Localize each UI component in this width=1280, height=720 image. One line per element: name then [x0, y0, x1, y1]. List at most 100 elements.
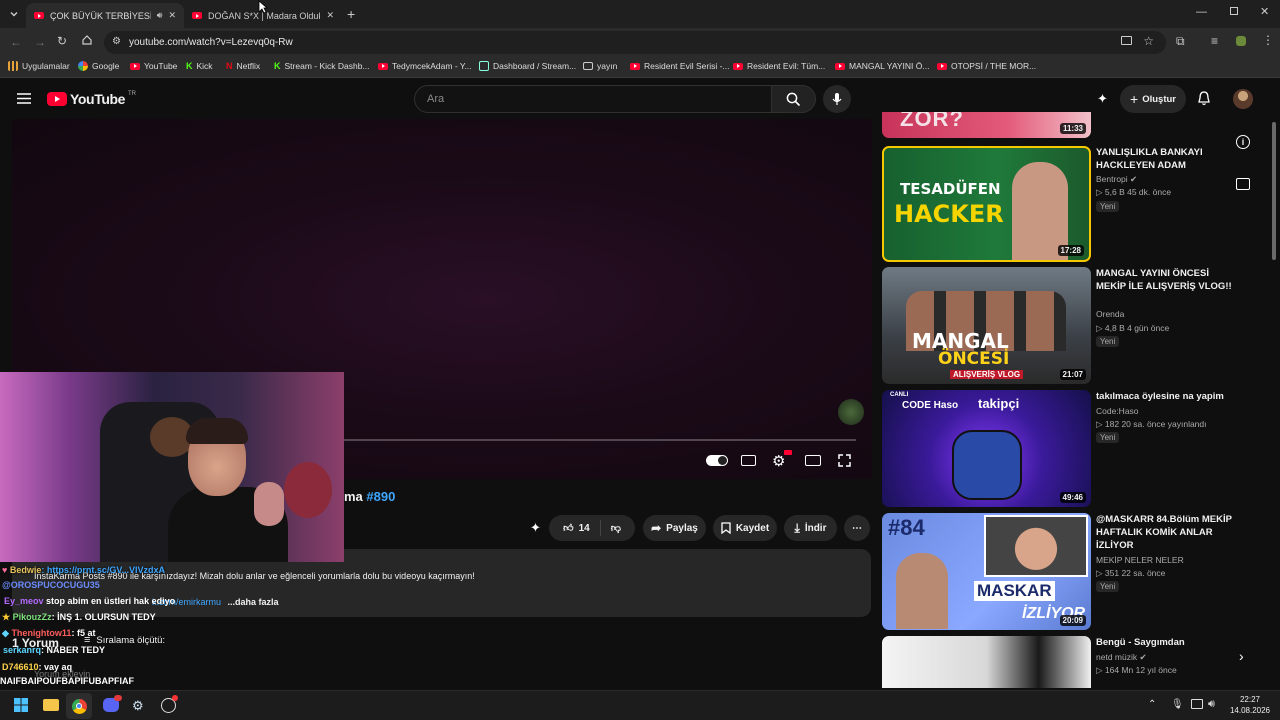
channel-name[interactable]: Code:Haso — [1096, 406, 1139, 416]
avatar[interactable] — [1233, 89, 1253, 109]
video-title[interactable]: Bengü - Saygımdan — [1096, 636, 1256, 649]
channel-name[interactable]: Bentropi ✔ — [1096, 174, 1137, 185]
more-actions-button[interactable]: ⋯ — [844, 515, 870, 541]
bookmark-mangal[interactable]: MANGAL YAYINI Ö... — [835, 61, 929, 71]
video-thumbnail[interactable] — [882, 636, 1091, 688]
search-input[interactable]: Ara — [414, 85, 772, 113]
youtube-favicon-icon — [733, 62, 743, 70]
restore-button[interactable] — [1230, 7, 1238, 15]
bookmark-folder-yayin[interactable]: yayın — [583, 61, 617, 71]
media-controls-icon[interactable]: ≡ — [1211, 34, 1218, 48]
bookmark-kick-dashboard[interactable]: K Stream - Kick Dashb... — [274, 61, 370, 71]
speaker-icon[interactable]: 🔊︎ — [157, 10, 163, 21]
thumbnail-text: takipçi — [978, 396, 1020, 411]
cast-icon[interactable] — [1121, 36, 1132, 45]
info-icon[interactable]: i — [1236, 135, 1250, 149]
forward-icon[interactable]: → — [34, 35, 46, 49]
bookmark-netflix[interactable]: N Netflix — [226, 61, 260, 71]
chat-bubble-icon[interactable] — [1236, 178, 1250, 190]
tray-chevron-icon[interactable]: ⌃ — [1148, 699, 1156, 710]
minimize-button[interactable]: — — [1196, 6, 1207, 18]
channel-name[interactable]: Orenda — [1096, 309, 1124, 319]
bookmark-resident-evil-tum[interactable]: Resident Evil: Tüm... — [733, 61, 825, 71]
bookmark-star-icon[interactable]: ☆ — [1143, 34, 1154, 48]
volume-icon[interactable]: 🔊︎ — [1208, 698, 1215, 711]
video-title[interactable]: @MASKARR 84.Bölüm MEKİP HAFTALIK KOMİK A… — [1096, 513, 1236, 552]
file-explorer-icon[interactable] — [43, 699, 59, 711]
network-icon[interactable] — [1191, 699, 1203, 709]
like-button[interactable]: 👍︎ 14 — [553, 520, 601, 536]
youtube-favicon-icon — [34, 12, 44, 19]
browser-menu-icon[interactable]: ⋮ — [1262, 33, 1274, 47]
bookmark-resident-evil-serisi[interactable]: Resident Evil Serisi -... — [630, 61, 730, 71]
video-title[interactable]: MANGAL YAYINI ÖNCESİ MEKİP İLE ALIŞVERİŞ… — [1096, 267, 1236, 293]
video-thumbnail[interactable]: MANGAL ÖNCESİ ALIŞVERİŞ VLOG 21:07 — [882, 267, 1091, 384]
bookmark-youtube[interactable]: YouTube — [130, 61, 177, 71]
tab-close-icon[interactable]: ✕ — [168, 10, 176, 21]
address-bar[interactable]: ⚙ youtube.com/watch?v=Lezevq0q-Rw ☆ — [104, 31, 1166, 54]
profile-icon[interactable] — [1236, 36, 1246, 46]
close-window-button[interactable]: ✕ — [1260, 5, 1269, 18]
ask-ai-icon[interactable]: ✦ — [530, 520, 541, 536]
bookmark-tedymcek[interactable]: TedymcekAdam - Y... — [378, 61, 472, 71]
recommendation-card[interactable]: MANGAL ÖNCESİ ALIŞVERİŞ VLOG 21:07 MANGA… — [882, 267, 1262, 384]
autoplay-toggle[interactable] — [706, 455, 728, 466]
bookmark-kick[interactable]: K Kick — [186, 61, 213, 71]
save-button[interactable]: Kaydet — [713, 515, 777, 541]
hamburger-menu-icon[interactable] — [17, 93, 31, 104]
bookmark-dashboard-stream[interactable]: Dashboard / Stream... — [479, 61, 576, 71]
ai-sparkle-icon[interactable]: ✦ — [1097, 91, 1108, 107]
microphone-tray-icon[interactable]: 🎙︎ — [1171, 699, 1184, 710]
video-thumbnail[interactable]: TESADÜFEN HACKER 17:28 — [882, 146, 1091, 262]
back-icon[interactable]: ← — [10, 35, 22, 49]
channel-name[interactable]: netd müzik ✔ — [1096, 652, 1147, 663]
share-button[interactable]: ➦ Paylaş — [643, 515, 706, 541]
recommendation-card[interactable]: CANLI CODE Haso takipçi 49:46 takılmaca … — [882, 390, 1262, 507]
video-title[interactable]: takılmaca öylesine na yapim — [1096, 390, 1256, 403]
chevron-right-icon[interactable]: › — [1239, 648, 1244, 664]
start-windows-icon[interactable] — [14, 698, 28, 712]
channel-name[interactable]: MEKİP NELER NELER — [1096, 555, 1184, 565]
hashtag-link[interactable]: #890 — [366, 489, 395, 504]
video-thumbnail[interactable]: #84 MASKAR İZLİYOR 20:09 — [882, 513, 1091, 630]
steam-icon[interactable]: ⚙ — [132, 698, 144, 714]
search-button[interactable] — [771, 85, 816, 113]
webcam-overlay — [0, 372, 344, 562]
recommendation-card[interactable]: Bengü - Saygımdan netd müzik ✔ ▷ 164 Mn … — [882, 636, 1262, 688]
page-scrollbar[interactable] — [1271, 120, 1277, 688]
kick-icon: K — [274, 61, 281, 71]
browser-tab-active[interactable]: ÇOK BÜYÜK TERBİYESİZLİK 🔊︎ ✕ — [26, 3, 184, 28]
new-tab-button[interactable]: + — [347, 6, 355, 22]
dislike-button[interactable]: 👎︎ — [601, 522, 631, 534]
create-button[interactable]: + Oluştur — [1120, 85, 1186, 113]
netflix-icon: N — [226, 61, 233, 71]
site-info-icon[interactable]: ⚙ — [112, 36, 121, 47]
youtube-logo[interactable]: YouTube TR — [47, 91, 136, 107]
video-title[interactable]: YANLIŞLIKLA BANKAYI HACKLEYEN ADAM — [1096, 146, 1236, 172]
clock[interactable]: 22:27 14.08.2026 — [1228, 694, 1272, 716]
video-thumbnail[interactable]: ZOR? 11:33 — [882, 112, 1091, 138]
tab-close-icon[interactable]: ✕ — [326, 10, 334, 21]
video-thumbnail[interactable]: CANLI CODE Haso takipçi 49:46 — [882, 390, 1091, 507]
recommendation-card[interactable]: TESADÜFEN HACKER 17:28 YANLIŞLIKLA BANKA… — [882, 146, 1262, 262]
bookmark-otopsi[interactable]: OTOPSİ / THE MOR... — [937, 61, 1036, 71]
home-icon[interactable] — [81, 34, 93, 46]
subtitles-icon[interactable] — [741, 455, 756, 466]
download-button[interactable]: ⤓ İndir — [784, 515, 837, 541]
recommendation-card[interactable]: #84 MASKAR İZLİYOR 20:09 @MASKARR 84.Böl… — [882, 513, 1262, 630]
extensions-icon[interactable]: ⧉ — [1176, 34, 1185, 49]
more-horizontal-icon: ⋯ — [852, 522, 862, 534]
hand — [254, 482, 284, 526]
theater-mode-icon[interactable] — [805, 455, 821, 466]
thumbnail-text: ALIŞVERİŞ VLOG — [950, 370, 1024, 379]
voice-search-button[interactable] — [823, 85, 851, 113]
bookmark-apps[interactable]: Uygulamalar — [8, 61, 70, 71]
channel-watermark[interactable] — [838, 399, 864, 425]
recommendation-card[interactable]: ZOR? 11:33 — [882, 112, 1262, 138]
tab-list-chevron-icon[interactable] — [8, 8, 20, 20]
bookmark-google[interactable]: Google — [78, 61, 119, 71]
chrome-icon[interactable] — [66, 693, 92, 719]
notifications-bell-icon[interactable] — [1197, 91, 1211, 106]
fullscreen-icon[interactable] — [838, 454, 851, 467]
reload-icon[interactable]: ↻ — [57, 34, 67, 48]
